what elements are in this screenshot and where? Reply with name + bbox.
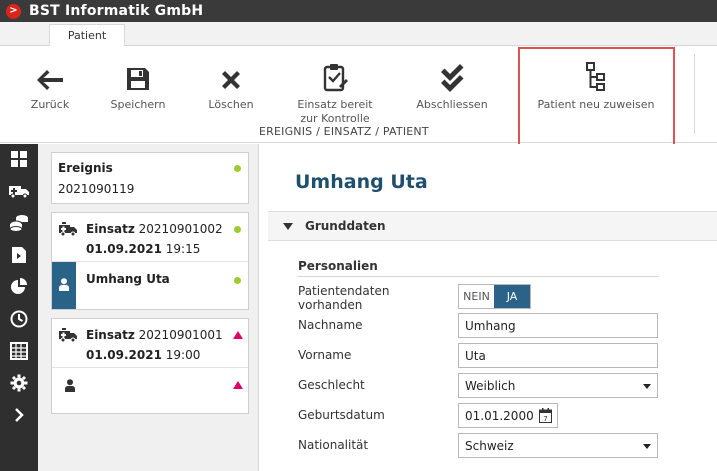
tab-row: Patient [0,22,717,47]
status-ok-dot [234,277,241,284]
nav-dashboard[interactable] [0,144,38,176]
patientendaten-toggle: NEIN JA [458,284,531,309]
nationalitaet-select[interactable]: Schweiz [458,433,658,458]
calendar-icon[interactable]: 7 [539,408,552,426]
patient-row-1-selected[interactable]: Umhang Uta [52,261,248,309]
calendar-grid-icon [10,341,28,363]
floppy-disk-icon [125,58,151,92]
divider [297,276,659,277]
status-ok-dot [234,226,241,233]
document-export-icon [11,246,27,267]
patient-name-1: Umhang Uta [86,272,170,286]
ereignis-number: 2021090119 [58,182,135,196]
einsatz-card-2: Einsatz 20210901001 01.09.2021 19:00 [51,318,249,414]
page-title: Umhang Uta [295,171,428,193]
geschlecht-label: Geschlecht [298,378,365,392]
einsatz-row-2[interactable]: Einsatz 20210901001 01.09.2021 19:00 [52,319,248,367]
ready-for-control-button[interactable]: Einsatz bereit zur Kontrolle [285,46,385,126]
ribbon-separator [694,54,695,134]
status-alert-triangle [233,331,243,339]
status-ok-dot [234,165,241,172]
nationalitaet-label: Nationalität [298,438,369,452]
ambulance-icon [58,222,78,240]
svg-text:7: 7 [543,415,547,423]
ribbon-toolbar: Zurück Speichern Löschen Einsatz bereit z… [0,46,717,143]
nav-billing[interactable] [0,208,38,240]
pie-chart-icon [10,277,28,299]
nav-missions[interactable] [0,176,38,208]
left-nav [0,144,38,471]
caret-down-icon [283,223,293,230]
ribbon-group-label: EREIGNIS / EINSATZ / PATIENT [259,125,429,138]
einsatz-datetime-1: 01.09.2021 19:15 [86,242,201,256]
app-logo-icon: > [6,3,21,19]
ambulance-icon [58,328,78,346]
nav-settings[interactable] [0,368,38,400]
vorname-input[interactable]: Uta [458,343,658,368]
toggle-no-option[interactable]: NEIN [459,285,494,308]
subsection-title: Personalien [298,259,378,273]
save-button-label: Speichern [110,98,166,111]
nav-time[interactable] [0,304,38,336]
double-check-icon [439,58,465,92]
coins-stack-icon [9,214,29,235]
reassign-patient-button[interactable]: Patient neu zuweisen [528,46,664,112]
status-alert-triangle [233,381,243,389]
clock-icon [10,310,28,331]
detail-panel: Umhang Uta Grunddaten Personalien Patien… [260,144,717,471]
grid-icon [11,150,27,170]
finish-button-label: Abschliessen [416,98,488,111]
geschlecht-select[interactable]: Weiblich [458,373,658,398]
einsatz-row-1[interactable]: Einsatz 20210901002 01.09.2021 19:15 [52,213,248,261]
patientendaten-label: Patientendaten vorhanden [298,284,390,312]
vorname-label: Vorname [298,348,352,362]
einsatz-datetime-2: 01.09.2021 19:00 [86,348,201,362]
geburtsdatum-input[interactable]: 01.01.2000 7 [458,403,558,428]
dropdown-arrow-icon [643,384,651,389]
app-title: BST Informatik GmbH [29,3,204,19]
clipboard-edit-icon [322,58,348,92]
tab-patient[interactable]: Patient [49,24,125,47]
delete-button[interactable]: Löschen [199,46,263,112]
section-title: Grunddaten [305,219,386,233]
nav-statistics[interactable] [0,272,38,304]
einsatz-title-1: Einsatz 20210901002 [86,222,223,236]
nav-calendar[interactable] [0,336,38,368]
back-button[interactable]: Zurück [18,46,82,112]
einsatz-title-2: Einsatz 20210901001 [86,328,223,342]
save-button[interactable]: Speichern [104,46,172,112]
ereignis-label: Ereignis [58,161,113,175]
einsatz-card-1: Einsatz 20210901002 01.09.2021 19:15 Umh… [51,212,249,310]
finish-button[interactable]: Abschliessen [408,46,496,112]
nachname-input[interactable]: Umhang [458,313,658,338]
hierarchy-tree-icon [584,58,608,92]
nav-expand[interactable] [0,400,38,432]
person-icon [65,379,75,395]
arrow-left-icon [35,58,65,92]
toggle-yes-option[interactable]: JA [494,285,530,308]
ready-for-control-button-label: Einsatz bereit zur Kontrolle [297,98,373,125]
tree-panel: Ereignis 2021090119 Einsatz 20210901002 … [38,144,259,471]
section-header-grunddaten[interactable]: Grunddaten [268,211,717,241]
nav-export[interactable] [0,240,38,272]
dropdown-arrow-icon [643,444,651,449]
gear-icon [10,374,28,395]
person-icon [59,277,69,294]
title-bar: > BST Informatik GmbH [0,0,717,22]
close-x-icon [219,58,243,92]
back-button-label: Zurück [30,98,70,111]
chevron-right-icon [14,407,24,425]
ambulance-icon [8,183,30,202]
reassign-patient-button-label: Patient neu zuweisen [537,98,655,111]
ereignis-card[interactable]: Ereignis 2021090119 [51,152,249,204]
patient-row-2[interactable] [52,367,248,413]
selected-indicator [52,262,76,309]
geburtsdatum-label: Geburtsdatum [298,408,385,422]
delete-button-label: Löschen [208,98,254,111]
nachname-label: Nachname [298,318,363,332]
